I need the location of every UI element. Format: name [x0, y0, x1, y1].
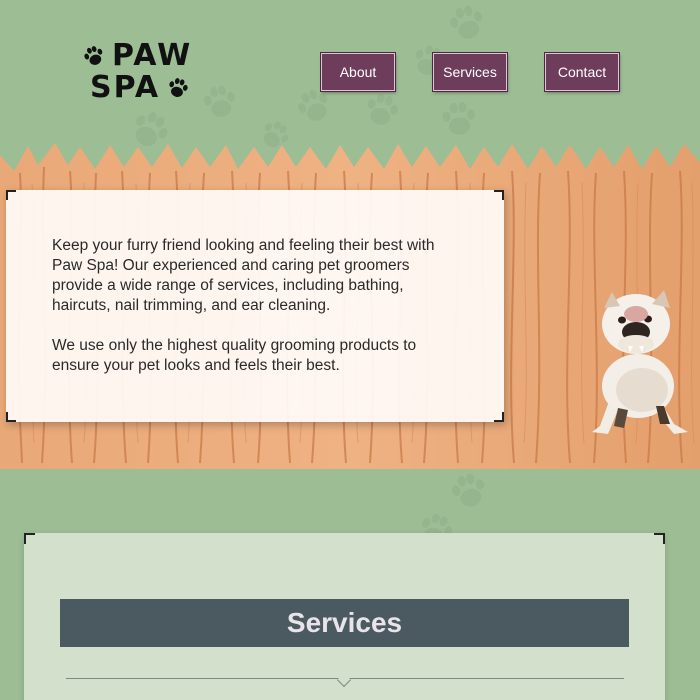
corner-bracket [6, 412, 16, 422]
paw-icon [79, 41, 110, 72]
paw-icon [443, 465, 494, 516]
nav-services-button[interactable]: Services [433, 53, 507, 91]
paw-icon [163, 73, 192, 102]
nav-about-button[interactable]: About [321, 53, 395, 91]
intro-paragraph-1: Keep your furry friend looking and feeli… [52, 237, 435, 314]
services-heading: Services [286, 607, 403, 638]
corner-bracket [654, 533, 665, 544]
corner-bracket [494, 412, 504, 422]
services-title-bar: Services [60, 599, 629, 647]
logo-text-paw: PAW [112, 38, 193, 73]
intro-text: Keep your furry friend looking and feeli… [52, 236, 452, 376]
corner-bracket [24, 533, 35, 544]
corner-bracket [494, 190, 504, 200]
divider-chevron-icon [336, 672, 352, 688]
paw-spa-logo[interactable]: PAW SPA [82, 40, 212, 104]
logo-text-spa: SPA [90, 70, 161, 105]
corner-bracket [6, 190, 16, 200]
bulldog-image [592, 290, 688, 434]
nav-contact-button[interactable]: Contact [545, 53, 619, 91]
site-header: PAW SPA About Services Contact [0, 0, 700, 150]
services-section: Services [24, 533, 665, 700]
intro-card: Keep your furry friend looking and feeli… [6, 190, 504, 422]
intro-paragraph-2: We use only the highest quality grooming… [52, 337, 417, 374]
